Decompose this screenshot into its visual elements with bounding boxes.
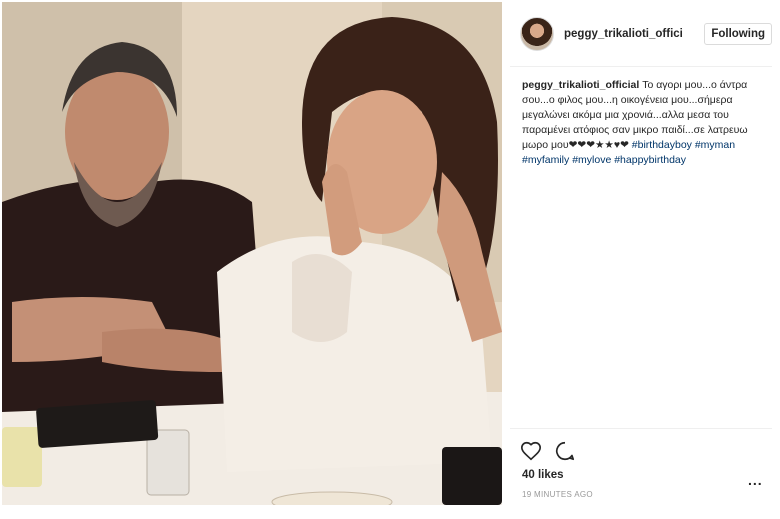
avatar[interactable] xyxy=(520,17,554,51)
caption-username[interactable]: peggy_trikalioti_official xyxy=(522,79,639,91)
post-header: peggy_trikalioti_offici Following xyxy=(510,10,772,58)
header-divider xyxy=(510,66,772,67)
post-caption: peggy_trikalioti_official Το αγορι μου..… xyxy=(522,78,772,168)
likes-count[interactable]: 40 likes xyxy=(522,469,564,481)
following-button[interactable]: Following xyxy=(704,23,772,45)
instagram-post: peggy_trikalioti_offici Following peggy_… xyxy=(0,0,780,519)
hashtag-myman[interactable]: #myman xyxy=(695,139,735,151)
caption-emoji: ❤❤❤★★♥❤ xyxy=(568,139,629,151)
header-username[interactable]: peggy_trikalioti_offici xyxy=(564,28,694,40)
hashtag-birthdayboy[interactable]: #birthdayboy xyxy=(632,139,692,151)
hashtag-mylove[interactable]: #mylove xyxy=(572,154,611,166)
comment-icon[interactable] xyxy=(554,440,576,462)
post-photo[interactable] xyxy=(2,2,502,505)
photo-illustration xyxy=(2,2,502,505)
actions-divider xyxy=(510,428,772,429)
heart-icon[interactable] xyxy=(520,440,542,462)
hashtag-myfamily[interactable]: #myfamily xyxy=(522,154,569,166)
post-timestamp[interactable]: 19 MINUTES AGO xyxy=(522,490,593,499)
hashtag-happybirthday[interactable]: #happybirthday xyxy=(614,154,686,166)
post-actions xyxy=(520,440,576,462)
post-side-panel: peggy_trikalioti_offici Following peggy_… xyxy=(510,0,778,519)
more-options-icon[interactable]: ... xyxy=(748,472,763,488)
